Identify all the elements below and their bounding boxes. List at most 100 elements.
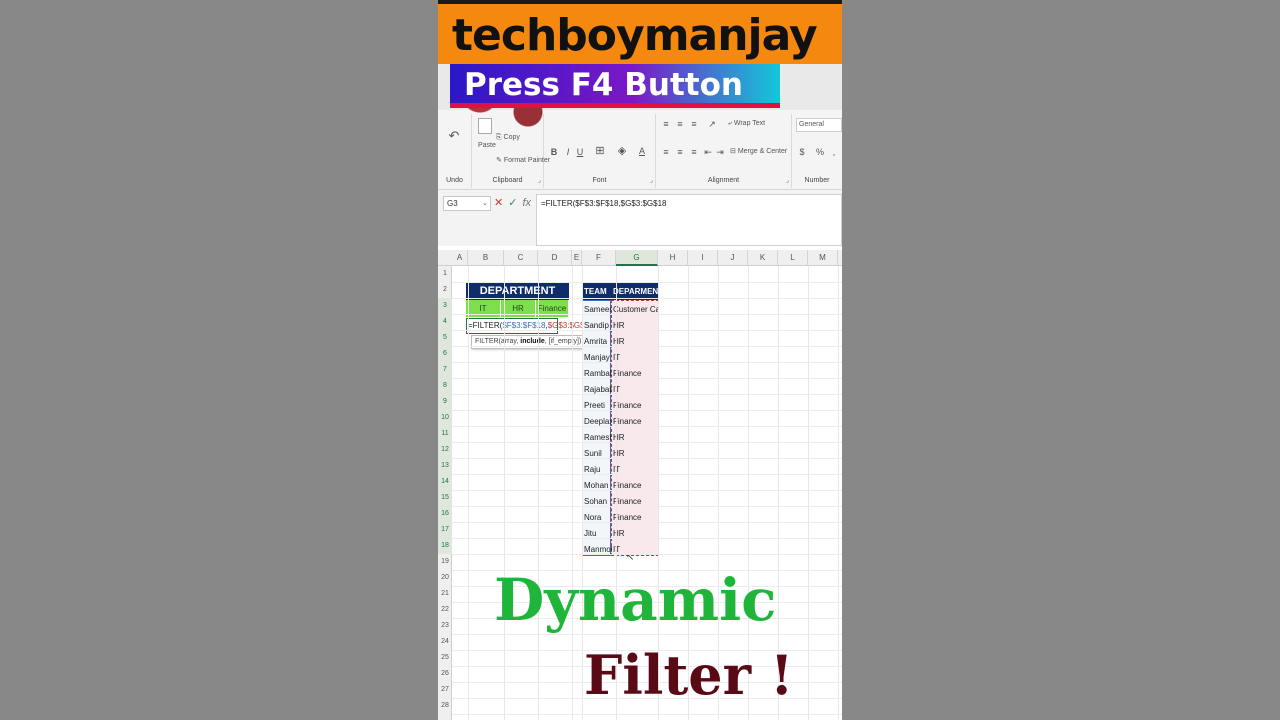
row-header-9[interactable]: 9 [438,394,452,410]
number-format-select[interactable]: General [796,118,842,132]
team-cell[interactable]: Sameer [584,302,612,318]
row-header-26[interactable]: 26 [438,666,452,682]
team-cell[interactable]: Sandip [584,318,612,334]
team-cell[interactable]: Manjay [584,350,612,366]
align-top-icon[interactable]: ≡ [660,118,672,130]
fx-icon[interactable]: fx [522,197,531,209]
row-header-14[interactable]: 14 [438,474,452,490]
fill-color-icon[interactable]: ◈ [616,145,628,157]
row-header-6[interactable]: 6 [438,346,452,362]
team-cell[interactable]: Jitu [584,526,612,542]
clipboard-launcher-icon[interactable]: ⌟ [538,176,541,184]
column-header-m[interactable]: M [808,250,838,266]
paste-icon[interactable] [478,118,492,134]
team-cell[interactable]: Preeti [584,398,612,414]
column-header-i[interactable]: I [688,250,718,266]
column-header-h[interactable]: H [658,250,688,266]
row-header-3[interactable]: 3 [438,298,452,314]
row-header-18[interactable]: 18 [438,538,452,554]
row-header-16[interactable]: 16 [438,506,452,522]
column-header-k[interactable]: K [748,250,778,266]
align-bottom-icon[interactable]: ≡ [688,118,700,130]
column-header-c[interactable]: C [504,250,538,266]
department-cell[interactable]: Finance [613,478,659,494]
team-cell[interactable]: Sohan [584,494,612,510]
row-header-24[interactable]: 24 [438,634,452,650]
column-header-f[interactable]: F [582,250,616,266]
column-header-d[interactable]: D [538,250,572,266]
align-left-icon[interactable]: ≡ [660,146,672,158]
department-cell[interactable]: Finance [613,414,659,430]
row-header-22[interactable]: 22 [438,602,452,618]
department-cell[interactable]: IT [613,382,659,398]
row-header-5[interactable]: 5 [438,330,452,346]
department-cell[interactable]: Finance [613,366,659,382]
team-cell[interactable]: Rajababu [584,382,612,398]
department-cell[interactable]: HR [613,526,659,542]
row-header-10[interactable]: 10 [438,410,452,426]
align-middle-icon[interactable]: ≡ [674,118,686,130]
row-header-13[interactable]: 13 [438,458,452,474]
paste-button[interactable]: Paste [478,142,496,149]
align-right-icon[interactable]: ≡ [688,146,700,158]
orientation-icon[interactable]: ↗ [706,118,718,130]
column-header-b[interactable]: B [468,250,504,266]
column-header-j[interactable]: J [718,250,748,266]
row-header-4[interactable]: 4 [438,314,452,330]
font-color-icon[interactable]: A [636,145,648,157]
column-header-l[interactable]: L [778,250,808,266]
row-header-1[interactable]: 1 [438,266,452,282]
row-header-27[interactable]: 27 [438,682,452,698]
department-cell[interactable]: Finance [613,494,659,510]
copy-button[interactable]: ⎘ Copy [496,134,520,142]
row-header-17[interactable]: 17 [438,522,452,538]
department-cell[interactable]: Finance [613,510,659,526]
row-header-28[interactable]: 28 [438,698,452,714]
comma-button[interactable]: , [828,146,840,158]
merge-center-button[interactable]: ⊟ Merge & Center [730,147,787,155]
department-cell[interactable]: HR [613,430,659,446]
department-cell[interactable]: HR [613,334,659,350]
team-cell[interactable]: Amrita [584,334,612,350]
enter-icon[interactable]: ✓ [508,197,517,209]
department-cell[interactable]: IT [613,350,659,366]
underline-button[interactable]: U [574,146,586,158]
team-cell[interactable]: Rambabu [584,366,612,382]
bold-button[interactable]: B [548,146,560,158]
team-cell[interactable]: Manmohan [584,542,612,558]
row-header-7[interactable]: 7 [438,362,452,378]
team-cell[interactable]: Deeplaxmi [584,414,612,430]
font-launcher-icon[interactable]: ⌟ [650,176,653,184]
borders-icon[interactable]: ⊞ [594,145,606,157]
row-header-12[interactable]: 12 [438,442,452,458]
team-cell[interactable]: Sunil [584,446,612,462]
department-cell[interactable]: Customer Care [613,302,659,318]
column-header-g[interactable]: G [616,250,658,266]
row-header-11[interactable]: 11 [438,426,452,442]
formula-input[interactable]: =FILTER($F$3:$F$18,$G$3:$G$18 [536,194,842,246]
department-cell[interactable]: Finance [613,398,659,414]
column-header-e[interactable]: E [572,250,582,266]
row-header-19[interactable]: 19 [438,554,452,570]
active-edit-cell[interactable]: =FILTER($F$3:$F$18,$G$3:$G$18 [466,318,594,334]
cancel-icon[interactable]: ✕ [494,197,503,209]
row-header-25[interactable]: 25 [438,650,452,666]
team-cell[interactable]: Mohan [584,478,612,494]
row-header-20[interactable]: 20 [438,570,452,586]
align-center-icon[interactable]: ≡ [674,146,686,158]
department-cell[interactable]: HR [613,446,659,462]
chevron-down-icon[interactable]: ⌄ [482,197,488,210]
row-header-15[interactable]: 15 [438,490,452,506]
currency-button[interactable]: $ [796,146,808,158]
format-painter-button[interactable]: ✎ Format Painter [496,156,550,164]
name-box[interactable]: G3 ⌄ [443,196,491,211]
team-cell[interactable]: Nora [584,510,612,526]
wrap-text-button[interactable]: ⤶ Wrap Text [728,120,765,128]
department-cell[interactable]: HR [613,318,659,334]
column-header-a[interactable]: A [452,250,468,266]
row-header-2[interactable]: 2 [438,282,452,298]
department-cell[interactable]: IT [613,542,659,558]
team-cell[interactable]: Raju [584,462,612,478]
alignment-launcher-icon[interactable]: ⌟ [786,176,789,184]
department-cell[interactable]: IT [613,462,659,478]
